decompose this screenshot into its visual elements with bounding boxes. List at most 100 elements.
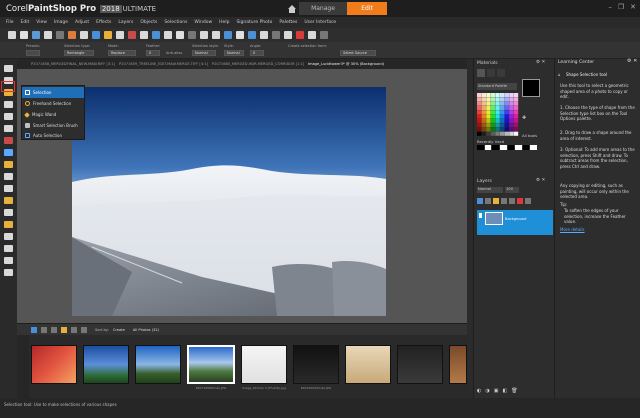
anti-alias-checkbox[interactable]: Anti-alias <box>166 51 182 55</box>
selection-tool-icon[interactable] <box>4 101 13 108</box>
layers-action-2-icon[interactable]: ◑ <box>485 388 489 395</box>
color-swatch[interactable] <box>486 131 491 136</box>
blend-mode-dropdown[interactable]: Normal <box>477 187 503 193</box>
fit-icon[interactable] <box>188 31 196 39</box>
color-swatch[interactable] <box>481 105 486 110</box>
color-swatch[interactable] <box>477 93 482 98</box>
doc-tab-1[interactable]: P2071658_MERGEDFINAL_NEW.MAW.RIFF [3:1] <box>31 62 115 66</box>
filter-dropdown[interactable]: All Photos (32) <box>133 328 159 332</box>
color-swatch[interactable] <box>504 105 509 110</box>
redo-icon[interactable] <box>80 31 88 39</box>
organizer-thumbnail[interactable] <box>293 345 339 384</box>
color-swatch[interactable] <box>500 97 505 102</box>
layers-delete-icon[interactable]: 🗑 <box>511 388 517 395</box>
warp-tool-icon[interactable] <box>4 269 13 276</box>
link-icon[interactable] <box>509 198 515 204</box>
color-swatch[interactable] <box>504 101 509 106</box>
color-swatch[interactable] <box>477 105 482 110</box>
menu-edit[interactable]: Edit <box>21 20 30 25</box>
color-swatch[interactable] <box>500 105 505 110</box>
color-swatch[interactable] <box>504 131 509 136</box>
color-swatch[interactable] <box>477 118 482 123</box>
red-eye-icon[interactable] <box>128 31 136 39</box>
fill-tool-icon[interactable] <box>4 221 13 228</box>
menu-effects[interactable]: Effects <box>96 20 111 25</box>
color-swatch[interactable] <box>509 101 514 106</box>
color-swatch[interactable] <box>481 93 486 98</box>
color-swatch[interactable] <box>481 97 486 102</box>
menu-help[interactable]: Help <box>219 20 229 25</box>
pen-tool-icon[interactable] <box>4 245 13 252</box>
color-swatch[interactable] <box>481 131 486 136</box>
color-swatch[interactable] <box>504 123 509 128</box>
clone-icon[interactable] <box>260 31 268 39</box>
save-as-icon[interactable] <box>44 31 52 39</box>
layer-row-background[interactable]: Background <box>477 210 553 235</box>
minimize-button[interactable]: – <box>608 3 612 11</box>
organizer-tool-4-icon[interactable] <box>71 326 77 333</box>
color-swatch[interactable] <box>481 101 486 106</box>
clone-tool-icon[interactable] <box>4 185 13 192</box>
menu-palettes[interactable]: Palettes <box>279 20 297 25</box>
color-swatch[interactable] <box>509 123 514 128</box>
learning-center-menu-icon[interactable]: ⚙ ✕ <box>627 58 637 65</box>
crop-icon[interactable] <box>116 31 124 39</box>
undo-icon[interactable] <box>68 31 76 39</box>
selection-style-dropdown[interactable]: Normal <box>192 50 216 56</box>
organizer-thumbnail[interactable] <box>31 345 77 384</box>
color-swatch[interactable] <box>513 93 519 98</box>
color-swatch[interactable] <box>509 93 514 98</box>
retouch-icon[interactable] <box>140 31 148 39</box>
color-swatch[interactable] <box>490 101 496 106</box>
organizer-thumbnail[interactable] <box>345 345 391 384</box>
color-swatch[interactable] <box>481 127 486 132</box>
color-swatch[interactable] <box>495 110 500 115</box>
rotate-left-icon[interactable] <box>200 31 208 39</box>
help-icon[interactable] <box>320 31 328 39</box>
color-swatch[interactable] <box>513 101 519 106</box>
save-icon[interactable] <box>32 31 40 39</box>
layers-action-3-icon[interactable]: ▣ <box>494 388 499 395</box>
new-layer-icon[interactable] <box>477 198 483 204</box>
frame-tab[interactable] <box>497 69 505 77</box>
adjust-layer-icon[interactable] <box>501 198 507 204</box>
organizer-tool-2-icon[interactable] <box>51 326 57 333</box>
color-swatch[interactable] <box>509 127 514 132</box>
color-swatch[interactable] <box>500 123 505 128</box>
color-swatch[interactable] <box>490 131 496 136</box>
color-swatch[interactable] <box>504 127 509 132</box>
paint-brush-tool-icon[interactable] <box>4 161 13 168</box>
color-swatch[interactable] <box>513 97 519 102</box>
color-swatch[interactable] <box>500 93 505 98</box>
new-icon[interactable] <box>8 31 16 39</box>
text-icon[interactable] <box>284 31 292 39</box>
menu-file[interactable]: File <box>6 20 14 25</box>
color-swatch[interactable] <box>495 114 500 119</box>
palette-dropdown[interactable]: Standard Palette <box>477 83 517 90</box>
layers-action-4-icon[interactable]: ◧ <box>502 388 507 395</box>
organizer-tool-3-icon[interactable] <box>61 326 67 333</box>
menu-layers[interactable]: Layers <box>118 20 133 25</box>
recent-colors[interactable] <box>477 145 537 150</box>
menu-selections[interactable]: Selections <box>164 20 187 25</box>
menu-signature-photo[interactable]: Signature Photo <box>236 20 272 25</box>
organizer-thumbnail[interactable] <box>397 345 443 384</box>
red-eye-tool-icon[interactable] <box>4 137 13 144</box>
color-swatch[interactable] <box>504 118 509 123</box>
style-dropdown[interactable]: Normal <box>224 50 244 56</box>
effects-icon[interactable] <box>152 31 160 39</box>
color-swatch[interactable] <box>513 105 519 110</box>
straighten-tool-icon[interactable] <box>4 125 13 132</box>
menu-image[interactable]: Image <box>54 20 68 25</box>
color-swatch[interactable] <box>495 127 500 132</box>
pan-tool-icon[interactable] <box>4 65 13 72</box>
preset-shape-tool-icon[interactable] <box>4 257 13 264</box>
eraser-tool-icon[interactable] <box>4 209 13 216</box>
menu-adjust[interactable]: Adjust <box>75 20 89 25</box>
more-details-link[interactable]: More details <box>560 227 585 233</box>
frame-icon[interactable] <box>272 31 280 39</box>
color-swatch[interactable] <box>513 123 519 128</box>
color-swatch[interactable] <box>495 97 500 102</box>
color-swatch[interactable] <box>486 114 491 119</box>
doc-tab-3[interactable]: P2071660_MERGED.HDR.MERGED_CORRIDOR [1:1… <box>212 62 304 66</box>
